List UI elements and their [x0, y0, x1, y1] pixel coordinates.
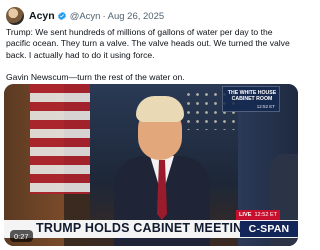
live-label: LIVE — [239, 212, 252, 218]
flag-image — [30, 84, 90, 194]
tweet-header: Acyn @Acyn · Aug 26, 2025 — [6, 6, 164, 26]
tweet-paragraph: Gavin Newscum—turn the rest of the water… — [6, 72, 185, 83]
video-timestamp: 0:27 — [10, 230, 33, 242]
tweet-text: Trump: We sent hundreds of millions of g… — [6, 27, 296, 84]
cspan-logo: C-SPAN — [240, 221, 298, 237]
lower-third-text: TRUMP HOLDS CABINET MEETING — [36, 221, 253, 235]
author-handle[interactable]: @Acyn — [70, 11, 101, 22]
verified-badge-icon — [57, 11, 66, 21]
author-name[interactable]: Acyn — [29, 10, 55, 22]
tweet-paragraph: Trump: We sent hundreds of millions of g… — [6, 27, 290, 60]
location-line-2: CABINET ROOM — [231, 96, 273, 102]
separator-dot: · — [102, 10, 106, 22]
tweet[interactable]: Acyn @Acyn · Aug 26, 2025 Trump: We sent… — [0, 0, 300, 250]
hair — [136, 96, 184, 122]
video-player[interactable]: THE WHITE HOUSE CABINET ROOM 12:52 ET LI… — [4, 84, 298, 246]
live-badge: LIVE 12:52 ET — [236, 210, 281, 220]
overlay-time: 12:52 ET — [256, 104, 275, 109]
tweet-date[interactable]: Aug 26, 2025 — [108, 11, 165, 22]
live-time: 12:52 ET — [254, 212, 278, 218]
location-title: THE WHITE HOUSE CABINET ROOM — [223, 90, 281, 102]
location-overlay: THE WHITE HOUSE CABINET ROOM 12:52 ET — [222, 86, 280, 112]
avatar[interactable] — [6, 7, 24, 25]
